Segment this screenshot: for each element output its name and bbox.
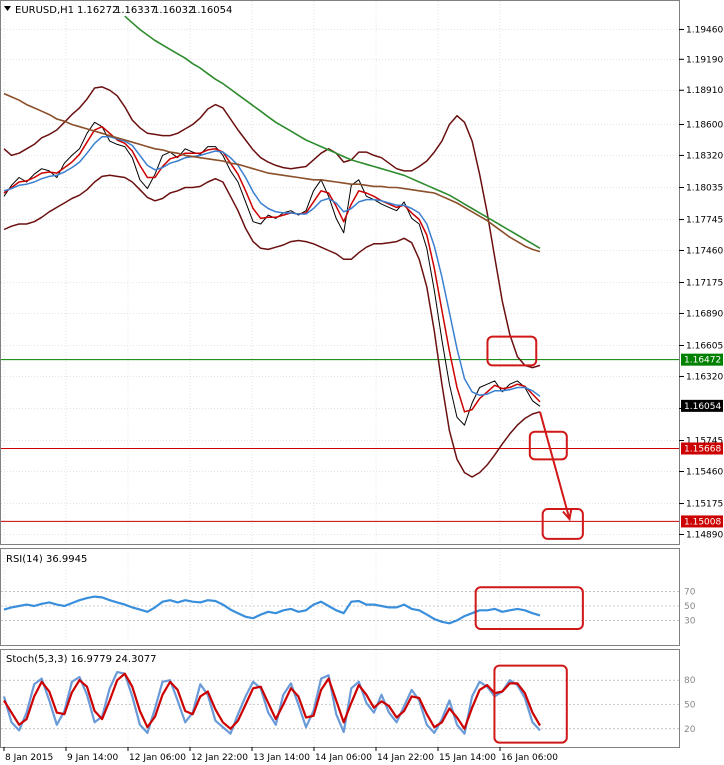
chart-background (0, 0, 724, 765)
x-tick-label: 16 Jan 06:00 (501, 753, 558, 763)
rsi-level-label: 70 (684, 588, 696, 598)
rsi-level-label: 50 (684, 602, 696, 612)
ohlc-close: 1.16054 (191, 5, 232, 16)
price-label-text: 1.15008 (684, 517, 721, 527)
y-tick-label: 1.16320 (686, 372, 723, 382)
x-tick-label: 13 Jan 14:00 (253, 753, 310, 763)
y-tick-label: 1.16605 (686, 342, 723, 352)
forex-chart[interactable]: 8 Jan 2015 9 Jan 14:00 12 Jan 06:00 12 Jan … (0, 0, 724, 765)
x-tick-label: 9 Jan 14:00 (67, 753, 119, 763)
stochastic-level-label: 80 (684, 676, 696, 686)
x-tick-label: 12 Jan 06:00 (129, 753, 186, 763)
ohlc-open: 1.16272 (77, 5, 118, 16)
y-tick-label: 1.17745 (686, 216, 723, 226)
rsi-title: RSI(14) 36.9945 (6, 554, 87, 565)
price-label-text: 1.16054 (684, 402, 721, 412)
stochastic-level-label: 50 (684, 701, 696, 711)
rsi-level-label: 30 (684, 616, 696, 626)
y-tick-label: 1.16890 (686, 309, 723, 319)
x-tick-label: 14 Jan 06:00 (315, 753, 372, 763)
x-tick-label: 14 Jan 22:00 (377, 753, 434, 763)
y-tick-label: 1.18035 (686, 183, 723, 193)
y-tick-label: 1.15460 (686, 467, 723, 477)
ohlc-high: 1.16337 (115, 5, 156, 16)
stochastic-level-label: 20 (684, 725, 696, 735)
y-tick-label: 1.14890 (686, 530, 723, 540)
x-tick-label: 12 Jan 22:00 (191, 753, 248, 763)
price-header: EURUSD,H1 1.16272 1.16337 1.16032 1.1605… (4, 5, 232, 16)
price-label-text: 1.15668 (684, 445, 721, 455)
y-tick-label: 1.19460 (686, 25, 723, 35)
y-tick-label: 1.18910 (686, 86, 723, 96)
chart-root: 8 Jan 2015 9 Jan 14:00 12 Jan 06:00 12 Jan … (0, 0, 724, 765)
y-tick-label: 1.18320 (686, 151, 723, 161)
y-tick-label: 1.17175 (686, 279, 723, 289)
ohlc-low: 1.16032 (153, 5, 194, 16)
y-tick-label: 1.19190 (686, 55, 723, 65)
y-tick-label: 1.18600 (686, 121, 723, 131)
price-label-text: 1.16472 (684, 356, 721, 366)
y-tick-label: 1.17460 (686, 246, 723, 256)
symbol-label: EURUSD,H1 (15, 5, 74, 16)
x-tick-label: 8 Jan 2015 (5, 753, 53, 763)
x-tick-label: 15 Jan 14:00 (439, 753, 496, 763)
stoch-title: Stoch(5,3,3) 16.9779 24.3077 (6, 654, 157, 665)
y-tick-label: 1.15175 (686, 500, 723, 510)
